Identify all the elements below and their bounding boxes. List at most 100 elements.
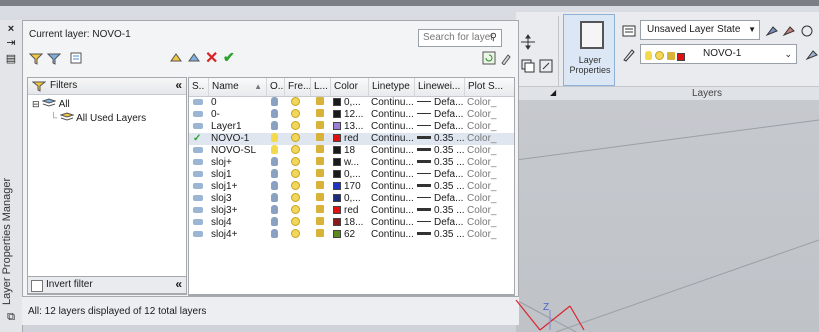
layer-row[interactable]: Layer1 13... Continu... Defa... Color_ xyxy=(189,121,514,133)
new-layer-icon[interactable] xyxy=(169,51,183,65)
layer-name[interactable]: sloj+ xyxy=(211,157,265,169)
layer-name[interactable]: sloj1 xyxy=(211,169,265,181)
lock-icon[interactable] xyxy=(316,97,324,109)
lock-icon[interactable] xyxy=(316,169,324,181)
new-layer-vp-frozen-icon[interactable] xyxy=(187,51,201,65)
layer-plot-style[interactable]: Color_ xyxy=(467,193,514,205)
layer-linetype[interactable]: Continu... xyxy=(371,157,415,169)
copy-icon[interactable] xyxy=(520,58,536,74)
close-icon[interactable]: × xyxy=(5,24,17,35)
layer-linetype[interactable]: Continu... xyxy=(371,169,415,181)
on-bulb-icon[interactable] xyxy=(271,121,278,133)
layer-color[interactable]: 0,... xyxy=(333,169,369,181)
on-bulb-icon[interactable] xyxy=(271,229,278,241)
settings-icon[interactable] xyxy=(499,51,513,65)
layer-plot-style[interactable]: Color_ xyxy=(467,229,514,241)
layer-status-icon[interactable] xyxy=(193,157,203,169)
stretch-icon[interactable] xyxy=(538,58,554,74)
search-icon[interactable]: ⚲ xyxy=(490,30,497,46)
layer-states-manager-icon[interactable] xyxy=(69,51,83,65)
layer-lineweight[interactable]: 0.35 ... xyxy=(417,229,465,241)
layer-lineweight[interactable]: Defa... xyxy=(417,121,465,133)
layer-plot-style[interactable]: Color_ xyxy=(467,181,514,193)
layer-name[interactable]: sloj4 xyxy=(211,217,265,229)
column-lineweight[interactable]: Linewei... xyxy=(415,78,465,96)
layer-color[interactable]: red xyxy=(333,205,369,217)
column-linetype[interactable]: Linetype xyxy=(369,78,415,96)
freeze-sun-icon[interactable] xyxy=(291,97,300,109)
lock-icon[interactable] xyxy=(316,109,324,121)
layer-color[interactable]: red xyxy=(333,133,369,145)
layer-name[interactable]: sloj3 xyxy=(211,193,265,205)
layer-status-icon[interactable] xyxy=(193,181,203,193)
layer-color[interactable]: 18... xyxy=(333,217,369,229)
layer-row[interactable]: 0- 12... Continu... Defa... Color_ xyxy=(189,109,514,121)
layer-name[interactable]: 0 xyxy=(211,97,265,109)
on-bulb-icon[interactable] xyxy=(271,193,278,205)
layer-status-icon[interactable] xyxy=(193,109,203,121)
layer-plot-style[interactable]: Color_ xyxy=(467,133,514,145)
lock-icon[interactable] xyxy=(316,217,324,229)
column-freeze[interactable]: Fre... xyxy=(285,78,311,96)
layer-plot-style[interactable]: Color_ xyxy=(467,205,514,217)
tree-node-all[interactable]: ⊟ All xyxy=(32,98,70,110)
on-bulb-icon[interactable] xyxy=(271,217,278,229)
tree-expander-icon[interactable]: ⊟ xyxy=(32,99,40,109)
freeze-sun-icon[interactable] xyxy=(291,121,300,133)
layer-linetype[interactable]: Continu... xyxy=(371,229,415,241)
panel-expand-icon[interactable]: ◢ xyxy=(550,88,556,97)
set-current-icon[interactable]: ✔ xyxy=(223,49,237,65)
layer-row[interactable]: sloj1+ 170 Continu... 0.35 ... Color_ xyxy=(189,181,514,193)
layer-lineweight[interactable]: 0.35 ... xyxy=(417,205,465,217)
layer-lineweight[interactable]: 0.35 ... xyxy=(417,133,465,145)
layer-status-icon[interactable] xyxy=(193,229,203,241)
current-layer-check-icon[interactable]: ✓ xyxy=(193,133,201,145)
layer-tool-icon[interactable] xyxy=(765,24,779,38)
layer-lineweight[interactable]: Defa... xyxy=(417,193,465,205)
layer-plot-style[interactable]: Color_ xyxy=(467,145,514,157)
layer-row[interactable]: sloj4 18... Continu... Defa... Color_ xyxy=(189,217,514,229)
layer-name[interactable]: sloj4+ xyxy=(211,229,265,241)
layer-status-icon[interactable] xyxy=(193,121,203,133)
on-bulb-icon[interactable] xyxy=(271,205,278,217)
freeze-sun-icon[interactable] xyxy=(291,145,300,157)
layer-row[interactable]: 0 0,... Continu... Defa... Color_ xyxy=(189,97,514,109)
layer-properties-button[interactable]: Layer Properties xyxy=(563,14,615,86)
search-input[interactable]: Search for layer ⚲ xyxy=(418,29,502,47)
layer-status-icon[interactable] xyxy=(193,145,203,157)
layer-name[interactable]: sloj1+ xyxy=(211,181,265,193)
invert-filter-checkbox[interactable] xyxy=(31,280,43,292)
layer-plot-style[interactable]: Color_ xyxy=(467,97,514,109)
lock-icon[interactable] xyxy=(316,193,324,205)
layer-plot-style[interactable]: Color_ xyxy=(467,121,514,133)
column-name[interactable]: Name ▲ xyxy=(209,78,267,96)
layer-linetype[interactable]: Continu... xyxy=(371,205,415,217)
layer-lineweight[interactable]: Defa... xyxy=(417,109,465,121)
column-plot-style[interactable]: Plot S... xyxy=(465,78,514,96)
refresh-icon[interactable] xyxy=(482,51,496,65)
palette-settings-icon[interactable]: ⧉ xyxy=(5,312,17,323)
layer-linetype[interactable]: Continu... xyxy=(371,97,415,109)
new-group-filter-icon[interactable] xyxy=(47,51,61,65)
move-icon[interactable] xyxy=(520,34,536,50)
layer-lineweight[interactable]: Defa... xyxy=(417,217,465,229)
on-bulb-icon[interactable] xyxy=(271,181,278,193)
layer-color[interactable]: 18 xyxy=(333,145,369,157)
lock-icon[interactable] xyxy=(316,133,324,145)
layer-row[interactable]: sloj3 0,... Continu... Defa... Color_ xyxy=(189,193,514,205)
freeze-sun-icon[interactable] xyxy=(291,193,300,205)
freeze-sun-icon[interactable] xyxy=(291,133,300,145)
layer-color[interactable]: 12... xyxy=(333,109,369,121)
layer-row[interactable]: sloj3+ red Continu... 0.35 ... Color_ xyxy=(189,205,514,217)
column-on[interactable]: O.. xyxy=(267,78,285,96)
lock-icon[interactable] xyxy=(316,145,324,157)
freeze-sun-icon[interactable] xyxy=(291,217,300,229)
layer-states-icon[interactable] xyxy=(622,24,636,38)
layer-status-icon[interactable] xyxy=(193,205,203,217)
layer-name[interactable]: NOVO-1 xyxy=(211,133,265,145)
tree-node-all-used-layers[interactable]: └ All Used Layers xyxy=(50,112,146,124)
layer-linetype[interactable]: Continu... xyxy=(371,145,415,157)
layer-name[interactable]: Layer1 xyxy=(211,121,265,133)
layer-row[interactable]: sloj4+ 62 Continu... 0.35 ... Color_ xyxy=(189,229,514,241)
freeze-sun-icon[interactable] xyxy=(291,229,300,241)
